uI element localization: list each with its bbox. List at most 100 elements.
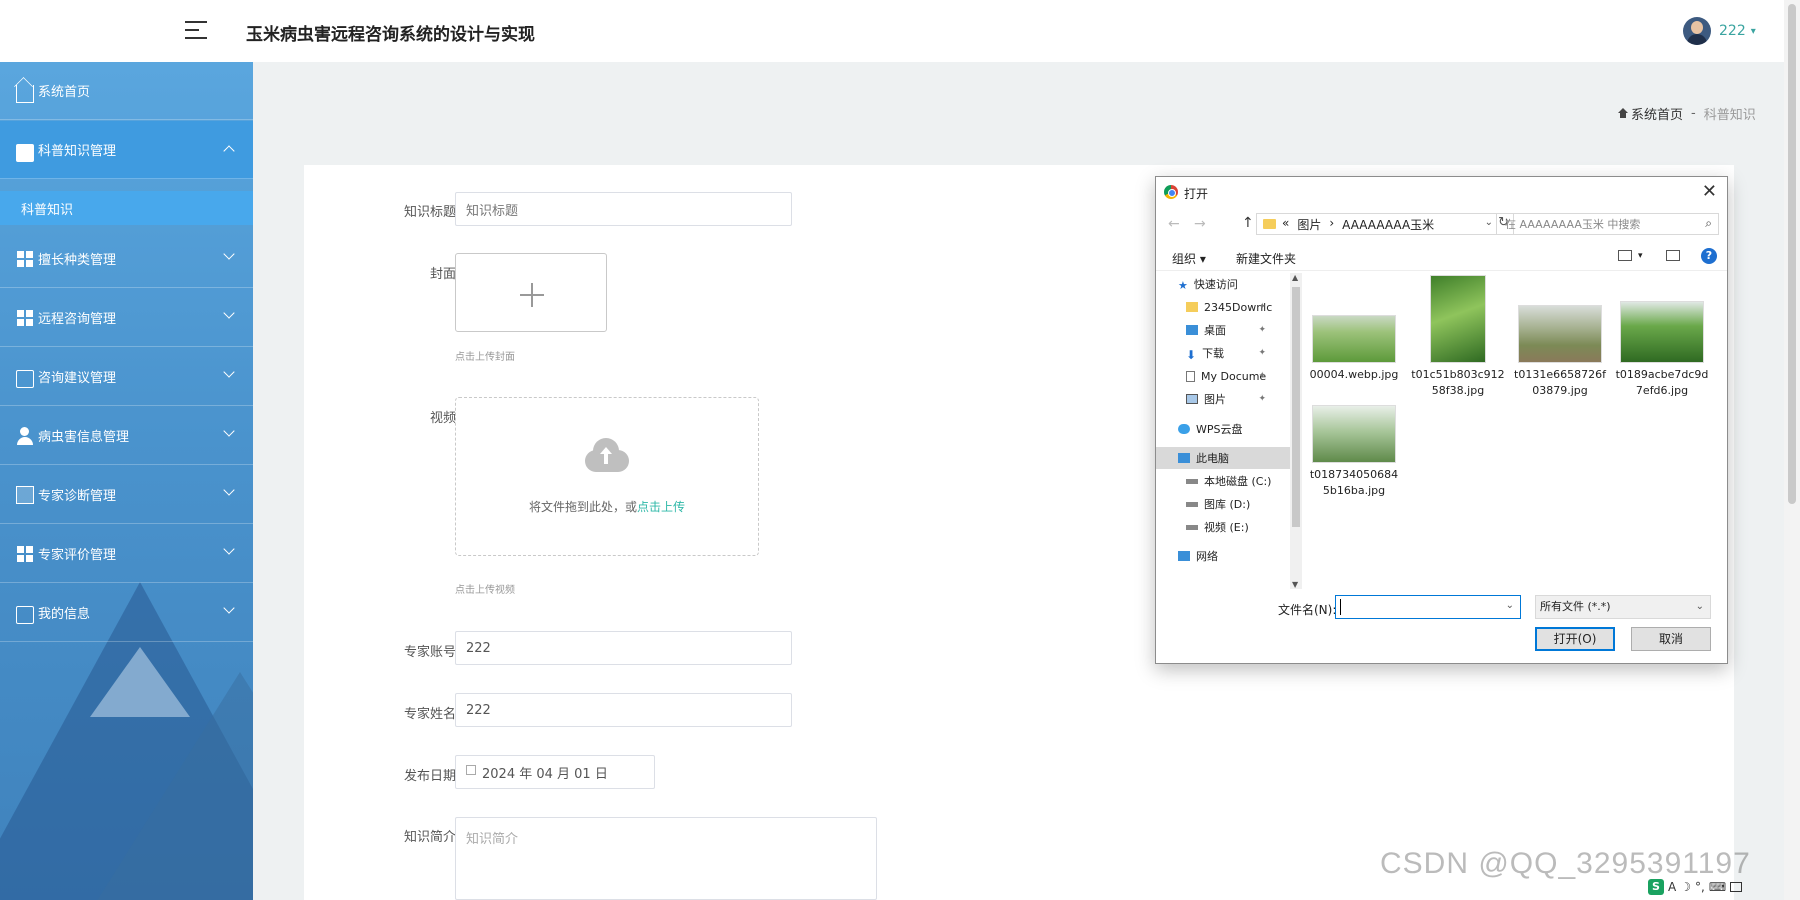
video-drop-text: 将文件拖到此处，或点击上传 [456,498,758,515]
breadcrumb-current: 科普知识 [1703,108,1756,123]
up-arrow-icon[interactable]: ↑ [1242,215,1254,231]
organize-button[interactable]: 组织 ▾ [1172,250,1206,267]
tree-item-desktop[interactable]: 桌面 ✦ [1156,319,1290,341]
forward-arrow-icon[interactable]: → [1194,216,1206,232]
chevron-down-icon[interactable]: ⌄ [1696,596,1704,618]
open-button[interactable]: 打开(O) [1535,627,1615,651]
cancel-button[interactable]: 取消 [1631,627,1711,651]
tree-item-wps-cloud[interactable]: WPS云盘 [1156,418,1290,440]
caret-down-icon[interactable]: ▾ [1751,26,1756,37]
file-item[interactable]: t01c51b803c91258f38.jpg [1410,273,1506,399]
search-icon[interactable]: ⌕ [1705,216,1712,231]
sidebar-item-pest-info[interactable]: 病虫害信息管理 [0,407,253,465]
breadcrumb-home[interactable]: 系统首页 [1631,104,1683,123]
moon-icon[interactable]: ☽ [1680,880,1691,894]
tree-item-this-pc[interactable]: 此电脑 [1156,447,1290,469]
date-picker[interactable]: 2024 年 04 月 01 日 [455,755,655,789]
path-overflow[interactable]: « [1282,216,1289,233]
keyboard-icon[interactable]: ⌨ [1709,880,1726,894]
chevron-down-icon[interactable]: ⌄ [1485,217,1493,228]
submenu-item-knowledge[interactable]: 科普知识 [0,191,253,225]
clipboard-icon [16,485,34,504]
new-folder-button[interactable]: 新建文件夹 [1236,250,1296,267]
dialog-search-input[interactable]: 在 AAAAAAAA玉米 中搜索 ⌕ [1496,213,1719,235]
path-pictures[interactable]: 图片 [1297,216,1321,233]
sidebar-item-specialty[interactable]: 擅长种类管理 [0,230,253,288]
path-folder[interactable]: AAAAAAAA玉米 [1342,216,1434,233]
chevron-down-icon[interactable]: ⌄ [1506,600,1514,611]
drive-icon [1186,501,1198,507]
sidebar-item-my-info[interactable]: 我的信息 [0,584,253,642]
video-dropzone[interactable]: 将文件拖到此处，或点击上传 [455,397,759,556]
network-icon [1178,551,1190,561]
file-item[interactable]: t0189acbe7dc9d7efd6.jpg [1614,273,1710,399]
account-label: 专家账号 [403,645,456,660]
text-caret [1340,599,1341,615]
back-arrow-icon[interactable]: ← [1168,216,1180,232]
pin-icon: ✦ [1258,394,1266,404]
filetype-select[interactable]: 所有文件 (*.*) ⌄ [1535,595,1711,619]
name-input[interactable]: 222 [455,693,792,727]
sidebar-item-remote-consult[interactable]: 远程咨询管理 [0,289,253,347]
preview-pane-icon[interactable] [1666,250,1680,261]
scroll-up-icon[interactable]: ▲ [1292,273,1298,282]
cover-upload[interactable] [455,253,607,332]
page-scrollbar[interactable] [1784,0,1800,900]
address-bar[interactable]: « 图片 › AAAAAAAA玉米 ⌄ ↻ [1256,213,1514,235]
tree-item-downloads[interactable]: ⬇ 下载 ✦ [1156,342,1290,364]
chrome-icon [1164,185,1178,199]
help-icon[interactable]: ? [1701,248,1717,264]
sidebar-item-label: 科普知识管理 [38,144,117,159]
view-dropdown-icon[interactable]: ▾ [1638,251,1643,261]
date-label: 发布日期 [403,769,456,784]
sidebar-item-evaluation[interactable]: 专家评价管理 [0,525,253,583]
view-mode-icon[interactable] [1618,250,1632,261]
file-item[interactable]: t0187340506845b16ba.jpg [1308,405,1400,499]
page-scrollbar-thumb[interactable] [1788,4,1796,504]
title-input[interactable]: 知识标题 [455,192,792,226]
tree-item-label: 图片 [1204,393,1226,406]
ime-mode-icon[interactable]: A [1668,880,1676,894]
close-icon[interactable]: ✕ [1702,181,1717,202]
tree-item-2345downloads[interactable]: 2345Downlc ✦ [1156,296,1290,318]
toolbox-icon[interactable] [1730,882,1743,892]
tree-item-pictures[interactable]: 图片 ✦ [1156,388,1290,410]
tree-item-drive-e[interactable]: 视频 (E:) [1156,516,1290,538]
video-upload-link[interactable]: 点击上传 [637,500,685,514]
sidebar-item-label: 我的信息 [38,607,91,622]
tree-item-quick-access[interactable]: ★ 快速访问 [1156,273,1290,295]
sidebar-item-advice[interactable]: 咨询建议管理 [0,348,253,406]
user-menu[interactable]: 222 ▾ [1683,16,1756,46]
file-item[interactable]: 00004.webp.jpg [1308,273,1400,383]
tree-scrollbar-thumb[interactable] [1292,287,1300,527]
sidebar-item-label: 远程咨询管理 [38,312,117,327]
tree-item-network[interactable]: 网络 [1156,545,1290,567]
user-name[interactable]: 222 [1719,23,1746,39]
menu-toggle-icon[interactable] [185,19,207,41]
chevron-down-icon [223,366,235,378]
file-item[interactable]: t0131e6658726f03879.jpg [1512,273,1608,399]
tree-item-label: 快速访问 [1193,278,1238,291]
scroll-down-icon[interactable]: ▼ [1292,580,1298,589]
sogou-icon[interactable]: S [1648,879,1664,895]
computer-icon [1178,453,1190,463]
home-icon [16,84,34,103]
sidebar-item-knowledge[interactable]: 科普知识管理 [0,121,253,179]
file-thumbnail [1430,275,1486,363]
sidebar-item-home[interactable]: 系统首页 [0,62,253,120]
filename-input[interactable]: ⌄ [1335,595,1521,619]
sidebar-item-diagnosis[interactable]: 专家诊断管理 [0,466,253,524]
dialog-title: 打开 [1184,187,1209,201]
tree-scrollbar[interactable]: ▲ ▼ [1290,273,1302,589]
intro-textarea[interactable]: 知识简介 [455,817,877,900]
tree-item-my-documents[interactable]: My Docume ✦ [1156,365,1290,387]
top-header: 玉米病虫害远程咨询系统的设计与实现 222 ▾ [0,0,1784,62]
account-input[interactable]: 222 [455,631,792,665]
file-name: 00004.webp.jpg [1309,368,1399,381]
tree-item-drive-d[interactable]: 图库 (D:) [1156,493,1290,515]
tree-item-drive-c[interactable]: 本地磁盘 (C:) [1156,470,1290,492]
avatar[interactable] [1683,17,1711,45]
punctuation-icon[interactable]: °, [1695,880,1705,894]
sidebar-item-label: 系统首页 [38,85,91,100]
chevron-down-icon [223,484,235,496]
